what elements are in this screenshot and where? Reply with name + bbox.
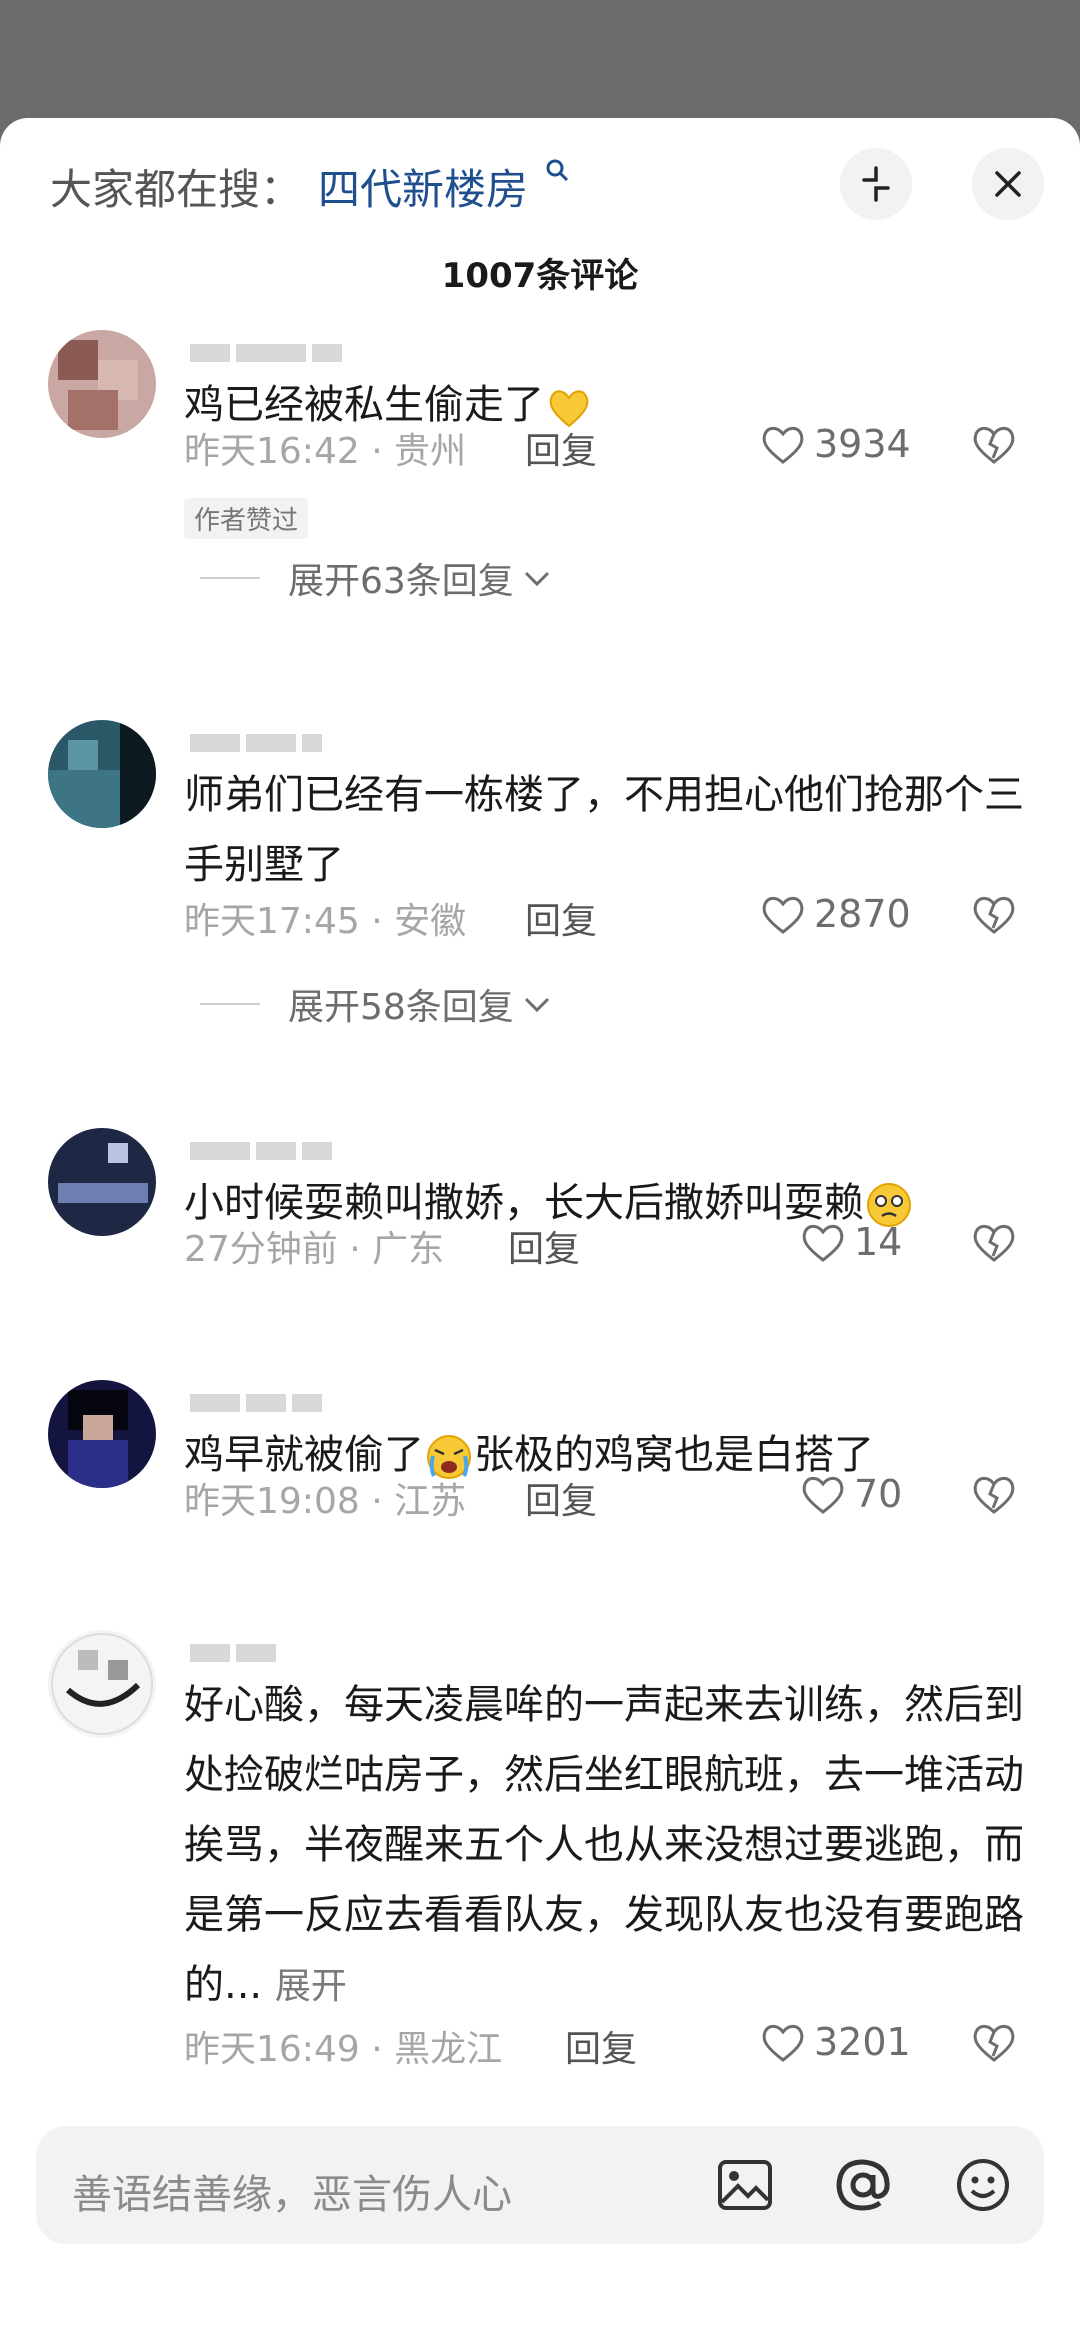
emoji-picker-button[interactable] bbox=[950, 2152, 1016, 2218]
expand-replies-label: 展开63条回复 bbox=[288, 561, 514, 602]
like-count: 3934 bbox=[814, 422, 911, 466]
avatar[interactable] bbox=[48, 1630, 156, 1738]
comment-body: 好心酸，每天凌晨哞的一声起来去训练，然后到处捡破烂咕房子，然后坐红眼航班，去一堆… bbox=[184, 1682, 1024, 2008]
like-count: 3201 bbox=[814, 2020, 911, 2064]
divider-line bbox=[200, 577, 260, 579]
heart-icon bbox=[762, 2024, 804, 2062]
close-button[interactable] bbox=[972, 148, 1044, 220]
reply-button[interactable]: 回复 bbox=[508, 1220, 580, 1272]
comment-text: 师弟们已经有一栋楼了，不用担心他们抢那个三手别墅了 bbox=[184, 772, 1024, 888]
username[interactable] bbox=[190, 1140, 338, 1168]
comment-meta: 昨天19:08 · 江苏 bbox=[184, 1481, 467, 1522]
avatar[interactable] bbox=[48, 1128, 156, 1236]
dislike-button[interactable] bbox=[970, 422, 1018, 470]
image-icon bbox=[718, 2160, 772, 2210]
comments-header: 大家都在搜： 四代新楼房 1007条评论 bbox=[0, 118, 1080, 358]
broken-heart-icon bbox=[973, 426, 1015, 464]
avatar[interactable] bbox=[48, 330, 156, 438]
comment-count-title: 1007条评论 bbox=[441, 256, 639, 296]
username[interactable] bbox=[190, 342, 348, 370]
like-count: 14 bbox=[854, 1220, 903, 1264]
reply-button[interactable]: 回复 bbox=[525, 1472, 597, 1524]
chevron-down-icon bbox=[524, 571, 549, 587]
comment-meta: 昨天17:45 · 安徽 bbox=[184, 901, 467, 942]
heart-icon bbox=[762, 896, 804, 934]
at-sign-icon bbox=[836, 2159, 890, 2211]
username[interactable] bbox=[190, 1392, 328, 1420]
author-liked-badge: 作者赞过 bbox=[184, 498, 309, 539]
chevron-down-icon bbox=[524, 997, 549, 1013]
mention-button[interactable] bbox=[830, 2152, 896, 2218]
dislike-button[interactable] bbox=[970, 1472, 1018, 1520]
heart-icon bbox=[802, 1476, 844, 1514]
comment-meta: 27分钟前 · 广东 bbox=[184, 1229, 445, 1270]
like-count: 70 bbox=[854, 1472, 903, 1516]
dislike-button[interactable] bbox=[970, 2020, 1018, 2068]
divider-line bbox=[200, 1003, 260, 1005]
dislike-button[interactable] bbox=[970, 1220, 1018, 1268]
like-button[interactable]: 14 bbox=[800, 1220, 902, 1264]
reply-button[interactable]: 回复 bbox=[525, 892, 597, 944]
like-button[interactable]: 70 bbox=[800, 1472, 902, 1516]
like-button[interactable]: 3201 bbox=[760, 2020, 911, 2064]
expand-text-button[interactable]: 展开 bbox=[275, 1966, 347, 2007]
broken-heart-icon bbox=[973, 1476, 1015, 1514]
expand-replies-button[interactable]: 展开58条回复 bbox=[200, 978, 554, 1030]
search-suggestion-prefix: 大家都在搜： bbox=[50, 165, 303, 214]
smiley-icon bbox=[957, 2159, 1009, 2211]
search-icon bbox=[545, 158, 571, 191]
like-button[interactable]: 2870 bbox=[760, 892, 911, 936]
comment-meta: 昨天16:49 · 黑龙江 bbox=[184, 2029, 503, 2070]
username[interactable] bbox=[190, 1642, 282, 1670]
broken-heart-icon bbox=[973, 896, 1015, 934]
reply-button[interactable]: 回复 bbox=[565, 2020, 637, 2072]
comment-input-bar[interactable]: 善语结善缘，恶言伤人心 bbox=[36, 2126, 1044, 2244]
collapse-button[interactable] bbox=[840, 148, 912, 220]
like-count: 2870 bbox=[814, 892, 911, 936]
expand-replies-button[interactable]: 展开63条回复 bbox=[200, 552, 554, 604]
comment-input-placeholder[interactable]: 善语结善缘，恶言伤人心 bbox=[72, 2162, 512, 2220]
image-picker-button[interactable] bbox=[712, 2152, 778, 2218]
search-suggestion-link[interactable]: 四代新楼房 bbox=[318, 156, 528, 217]
dislike-button[interactable] bbox=[970, 892, 1018, 940]
broken-heart-icon bbox=[973, 1224, 1015, 1262]
heart-icon bbox=[762, 426, 804, 464]
expand-replies-label: 展开58条回复 bbox=[288, 987, 514, 1028]
like-button[interactable]: 3934 bbox=[760, 422, 911, 466]
close-icon bbox=[995, 171, 1021, 197]
avatar[interactable] bbox=[48, 1380, 156, 1488]
comment-meta: 昨天16:42 · 贵州 bbox=[184, 431, 467, 472]
broken-heart-icon bbox=[973, 2024, 1015, 2062]
comments-sheet: 大家都在搜： 四代新楼房 1007条评论 鸡已经被私生偷走了 昨天16:42 ·… bbox=[0, 118, 1080, 2337]
reply-button[interactable]: 回复 bbox=[525, 422, 597, 474]
username[interactable] bbox=[190, 732, 328, 760]
avatar[interactable] bbox=[48, 720, 156, 828]
heart-icon bbox=[802, 1224, 844, 1262]
comment-text: 好心酸，每天凌晨哞的一声起来去训练，然后到处捡破烂咕房子，然后坐红眼航班，去一堆… bbox=[184, 1670, 1044, 2022]
collapse-icon bbox=[862, 166, 890, 202]
